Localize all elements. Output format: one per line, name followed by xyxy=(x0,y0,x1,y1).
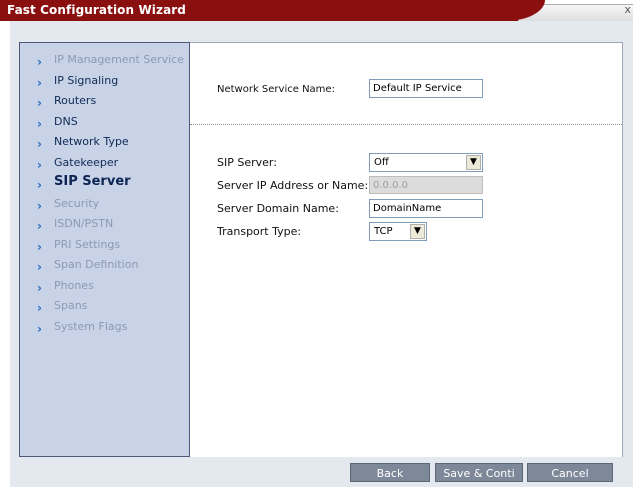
sidebar-item-system-flags: › System Flags xyxy=(20,318,189,339)
sidebar-item-label: IP Management Service xyxy=(54,53,184,66)
sidebar-item-label: PRI Settings xyxy=(54,237,121,251)
content-panel: Network Service Name: Default IP Service… xyxy=(190,42,623,457)
server-ip-label: Server IP Address or Name: xyxy=(217,179,369,192)
sidebar-item-label: Spans xyxy=(54,299,88,312)
chevron-right-icon: › xyxy=(37,219,42,233)
sip-server-value: Off xyxy=(374,157,389,168)
sip-server-select[interactable]: Off ▼ xyxy=(369,153,483,172)
transport-type-select[interactable]: TCP ▼ xyxy=(369,222,427,241)
chevron-right-icon: › xyxy=(37,178,42,192)
sidebar-item-security: › Security xyxy=(20,195,189,216)
close-icon[interactable]: x xyxy=(624,3,631,16)
sidebar-item-ip-signaling[interactable]: › IP Signaling xyxy=(20,72,189,93)
sidebar-item-routers[interactable]: › Routers xyxy=(20,92,189,113)
transport-type-label: Transport Type: xyxy=(217,225,302,238)
chevron-right-icon: › xyxy=(37,75,42,90)
sidebar-item-label: System Flags xyxy=(54,319,128,333)
back-button[interactable]: Back xyxy=(350,463,430,482)
chevron-down-icon[interactable]: ▼ xyxy=(466,155,481,170)
title-bar: Fast Configuration Wizard x xyxy=(0,0,633,22)
chevron-down-icon[interactable]: ▼ xyxy=(410,224,425,239)
sidebar-item-network-type[interactable]: › Network Type xyxy=(20,133,189,154)
sidebar-item-label: ISDN/PSTN xyxy=(54,217,114,230)
sidebar-item-gatekeeper[interactable]: › Gatekeeper xyxy=(20,154,189,175)
chevron-right-icon: › xyxy=(37,198,42,213)
sidebar-item-sip-server[interactable]: › SIP Server xyxy=(20,174,189,195)
sidebar-item-pri-settings: › PRI Settings xyxy=(20,236,189,257)
sidebar-item-label: IP Signaling xyxy=(54,73,119,87)
sidebar-item-label: Span Definition xyxy=(54,258,139,271)
sidebar-item-phones: › Phones xyxy=(20,277,189,298)
chevron-right-icon: › xyxy=(37,96,42,110)
network-service-name-field[interactable]: Default IP Service xyxy=(369,79,483,98)
chevron-right-icon: › xyxy=(37,137,42,151)
sidebar-item-span-definition: › Span Definition xyxy=(20,256,189,277)
sidebar-item-label: Gatekeeper xyxy=(54,155,119,169)
sidebar-list: › IP Management Service › IP Signaling › Ro… xyxy=(20,51,189,338)
chevron-right-icon: › xyxy=(37,239,42,254)
chevron-right-icon: › xyxy=(37,321,42,336)
chevron-right-icon: › xyxy=(37,55,42,69)
sidebar-item-spans: › Spans xyxy=(20,297,189,318)
sidebar-item-isdn-pstn: › ISDN/PSTN xyxy=(20,215,189,236)
chevron-right-icon: › xyxy=(37,280,42,295)
window-title: Fast Configuration Wizard xyxy=(7,3,186,17)
server-domain-name-field[interactable]: DomainName xyxy=(369,199,483,218)
wizard-sidebar: › IP Management Service › IP Signaling › Ro… xyxy=(19,42,190,457)
sidebar-item-ip-management-service: › IP Management Service xyxy=(20,51,189,72)
sidebar-item-dns[interactable]: › DNS xyxy=(20,113,189,134)
chevron-right-icon: › xyxy=(37,260,42,274)
sidebar-item-label: Phones xyxy=(54,278,94,292)
sidebar-item-label: Network Type xyxy=(54,135,129,148)
server-domain-name-label: Server Domain Name: xyxy=(217,202,339,215)
section-divider xyxy=(190,124,622,125)
sidebar-item-label: SIP Server xyxy=(54,174,131,189)
sidebar-item-label: Routers xyxy=(54,94,97,107)
cancel-button[interactable]: Cancel xyxy=(527,463,613,482)
sip-server-label: SIP Server: xyxy=(217,156,277,169)
chevron-right-icon: › xyxy=(37,157,42,172)
network-service-name-label: Network Service Name: xyxy=(217,84,335,95)
transport-type-value: TCP xyxy=(374,226,393,237)
save-continue-button[interactable]: Save & Conti xyxy=(435,463,523,482)
chevron-right-icon: › xyxy=(37,116,42,131)
server-ip-field: 0.0.0.0 xyxy=(369,176,483,194)
sidebar-item-label: Security xyxy=(54,196,100,210)
chevron-right-icon: › xyxy=(37,301,42,315)
sidebar-item-label: DNS xyxy=(54,114,78,128)
